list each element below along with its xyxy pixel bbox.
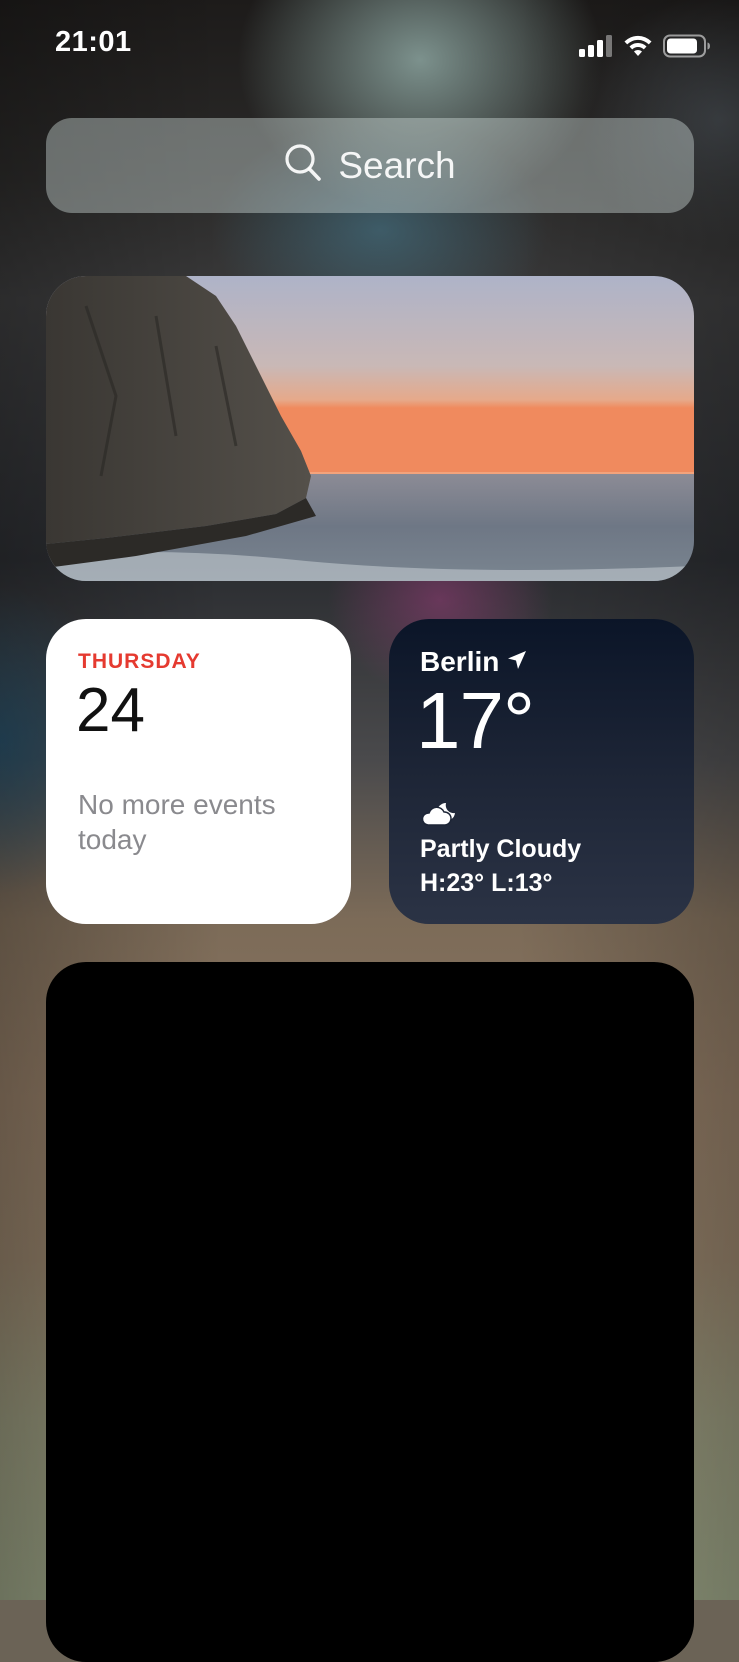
search-bar[interactable]: Search — [46, 118, 694, 213]
weather-city: Berlin — [420, 646, 500, 677]
calendar-events-note: No more events today — [78, 789, 276, 855]
battery-icon — [663, 34, 711, 63]
location-arrow-icon — [507, 650, 527, 675]
large-widget[interactable] — [46, 962, 694, 1662]
photo-sunset-image — [46, 276, 694, 581]
cellular-signal-icon — [579, 35, 613, 62]
weather-condition: Partly Cloudy — [420, 835, 582, 863]
status-icons — [579, 34, 711, 63]
weather-high-low: H:23° L:13° — [420, 869, 553, 897]
weather-location: Berlin — [420, 646, 527, 678]
status-bar: 21:01 — [0, 0, 739, 90]
calendar-date: 24 — [76, 676, 145, 745]
calendar-weekday: THURSDAY — [78, 650, 201, 673]
weather-temperature: 17° — [416, 676, 535, 765]
status-time: 21:01 — [55, 26, 132, 58]
search-icon — [284, 143, 322, 188]
weather-widget[interactable]: Berlin 17° Partly Cloudy H:23° L:13° — [389, 619, 694, 924]
wifi-icon — [623, 35, 653, 62]
search-placeholder: Search — [338, 144, 456, 186]
partly-cloudy-night-icon — [420, 799, 460, 834]
photos-widget[interactable] — [46, 276, 694, 581]
calendar-widget[interactable]: THURSDAY 24 No more events today — [46, 619, 351, 924]
